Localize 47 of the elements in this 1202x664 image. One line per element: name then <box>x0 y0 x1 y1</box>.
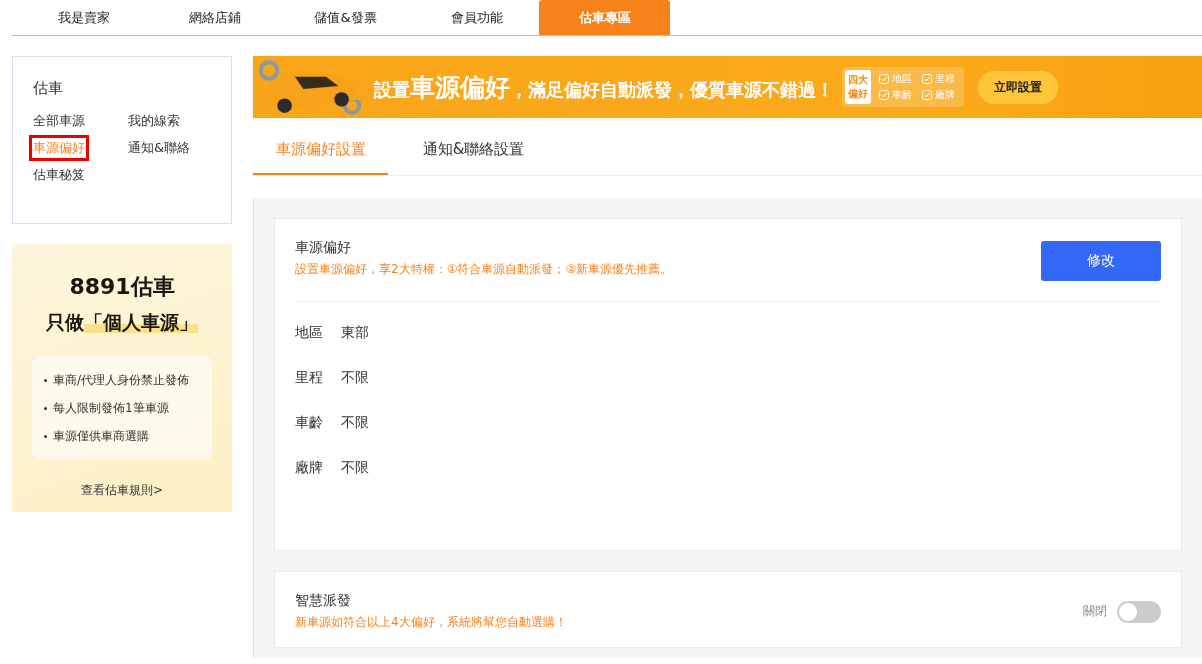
field-value: 不限 <box>341 414 369 430</box>
checkbox-icon <box>879 74 889 84</box>
bullet-icon <box>44 406 47 410</box>
edit-button[interactable]: 修改 <box>1041 241 1161 281</box>
sidebar-link[interactable]: 我的線索 <box>128 112 180 130</box>
promo-banner[interactable]: 設置車源偏好，滿足偏好自動派發，優質車源不錯過！ 四大 偏好 地區 里程 車齡 廠牌 立即設置 <box>253 56 1202 118</box>
field-label: 里程 <box>295 369 323 385</box>
bullet-icon <box>44 378 47 382</box>
feature-label: 車齡 <box>892 88 912 102</box>
nav-tab[interactable]: 會員功能 <box>411 0 542 35</box>
promo-highlight: 「個人車源」 <box>84 311 198 333</box>
nav-tab[interactable]: 儲值&發票 <box>280 0 411 35</box>
checkbox-icon <box>922 74 932 84</box>
sidebar-link[interactable]: 估車秘笈 <box>33 166 85 184</box>
checkbox-icon <box>879 90 889 100</box>
promo-point: 每人限制發佈1筆車源 <box>53 400 169 417</box>
feature-label: 里程 <box>935 72 955 86</box>
sidebar-link[interactable]: 全部車源 <box>33 112 85 130</box>
toggle-switch[interactable] <box>1117 600 1161 623</box>
banner-headline: 設置車源偏好，滿足偏好自動派發，優質車源不錯過！ <box>374 71 834 104</box>
promo-headline: 只做 <box>46 311 84 333</box>
banner-badge: 四大 偏好 <box>845 70 871 104</box>
rules-link[interactable]: 查看估車規則> <box>80 482 164 499</box>
sidebar-link[interactable]: 通知&聯絡 <box>128 139 191 157</box>
settings-tab[interactable]: 通知&聯絡設置 <box>406 140 541 175</box>
sidebar-title: 估車 <box>33 79 64 98</box>
feature-label: 廠牌 <box>935 88 955 102</box>
promo-point: 車源僅供車商選購 <box>53 428 149 445</box>
card-title: 車源偏好 <box>295 239 352 257</box>
field-label: 廠牌 <box>295 459 323 475</box>
setup-now-button[interactable]: 立即設置 <box>978 70 1058 104</box>
field-label: 車齡 <box>295 414 323 430</box>
promo-logo: 8891估車 <box>68 273 176 301</box>
card-subtitle: 設置車源偏好，享2大特權：①符合車源自動派發；②新車源優先推薦。 <box>295 261 673 278</box>
feature-label: 地區 <box>892 72 912 86</box>
nav-tab[interactable]: 我是賣家 <box>18 0 149 35</box>
bullet-icon <box>44 434 47 438</box>
field-value: 東部 <box>341 324 369 340</box>
checkbox-icon <box>922 90 932 100</box>
card-subtitle: 新車源如符合以上4大偏好，系統將幫您自動選購！ <box>295 614 567 631</box>
toggle-status: 關閉 <box>1083 603 1107 620</box>
field-value: 不限 <box>341 369 369 385</box>
promo-point: 車商/代理人身份禁止發佈 <box>53 372 190 389</box>
nav-tab[interactable]: 網絡店鋪 <box>149 0 280 35</box>
card-title: 智慧派發 <box>295 592 352 610</box>
field-label: 地區 <box>295 324 323 340</box>
field-value: 不限 <box>341 459 369 475</box>
